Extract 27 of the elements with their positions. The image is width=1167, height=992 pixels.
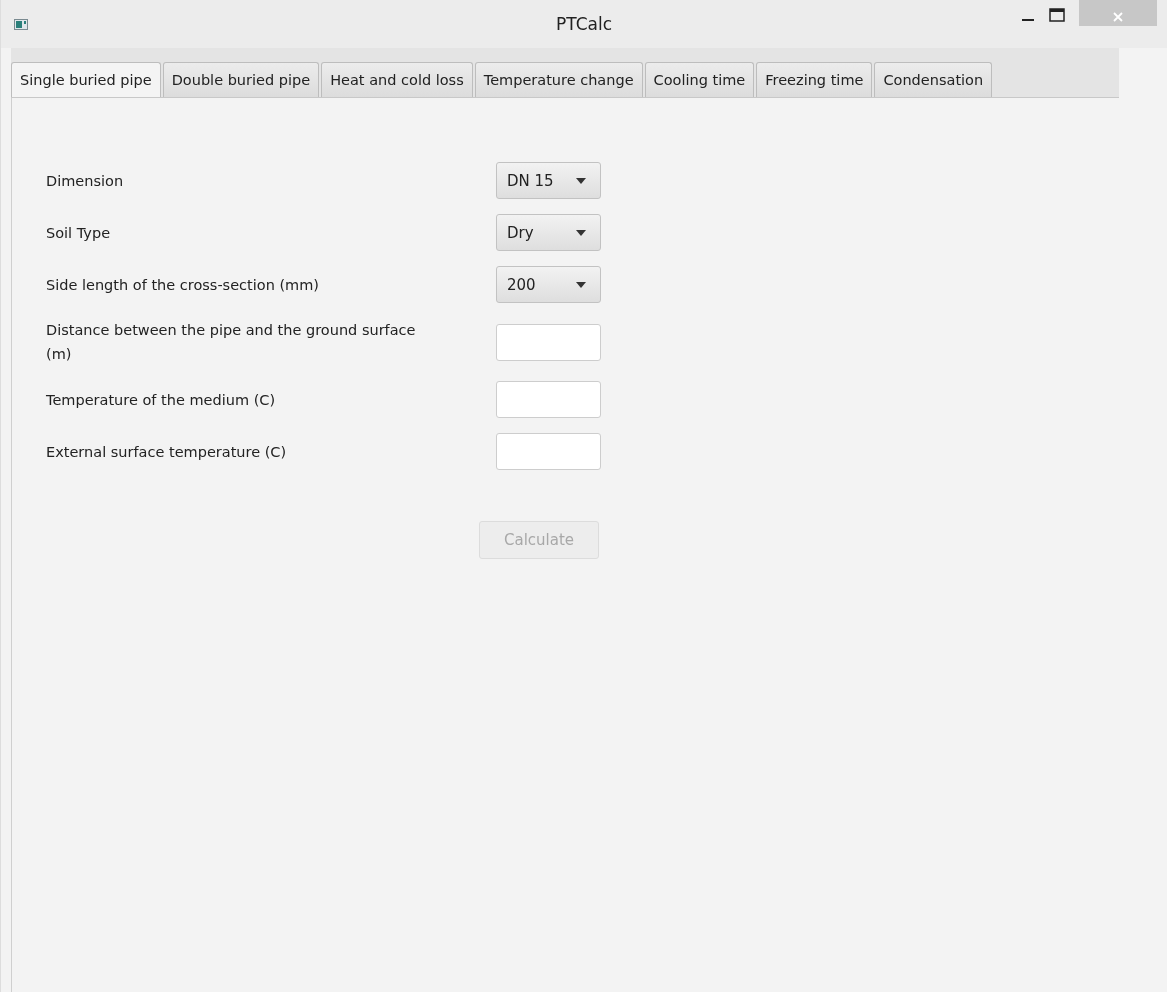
tab[interactable]: Single buried pipe — [11, 62, 161, 97]
field-label: External surface temperature (C) — [46, 442, 288, 462]
caret-icon — [576, 229, 586, 236]
dropdown[interactable]: 200 — [496, 266, 601, 303]
caret-icon — [576, 281, 586, 288]
input-field[interactable] — [496, 381, 601, 418]
field-label: Temperature of the medium (C) — [46, 390, 277, 410]
field-label: Side length of the cross-section (mm) — [46, 275, 320, 295]
maximize-icon[interactable] — [1049, 8, 1065, 22]
dropdown[interactable]: Dry — [496, 214, 601, 251]
window-title: PTCalc — [556, 14, 612, 34]
field-label: Soil Type — [46, 223, 112, 243]
caret-icon — [576, 177, 586, 184]
tab[interactable]: Heat and cold loss — [321, 62, 473, 97]
input-field[interactable] — [496, 433, 601, 470]
input-field[interactable] — [496, 323, 601, 361]
tab[interactable]: Temperature change — [474, 62, 643, 97]
dropdown[interactable]: DN 15 — [496, 162, 601, 199]
tab[interactable]: Cooling time — [644, 62, 755, 97]
app-icon — [14, 18, 28, 30]
tab[interactable]: Double buried pipe — [162, 62, 320, 97]
field-label: Distance between the pipe and the ground surface (m) — [46, 321, 417, 364]
close-icon — [1113, 12, 1123, 22]
tab[interactable]: Condensation — [874, 62, 993, 97]
close-button[interactable] — [1079, 0, 1157, 26]
field-label: Dimension — [46, 171, 125, 191]
tab[interactable]: Freezing time — [756, 62, 873, 97]
